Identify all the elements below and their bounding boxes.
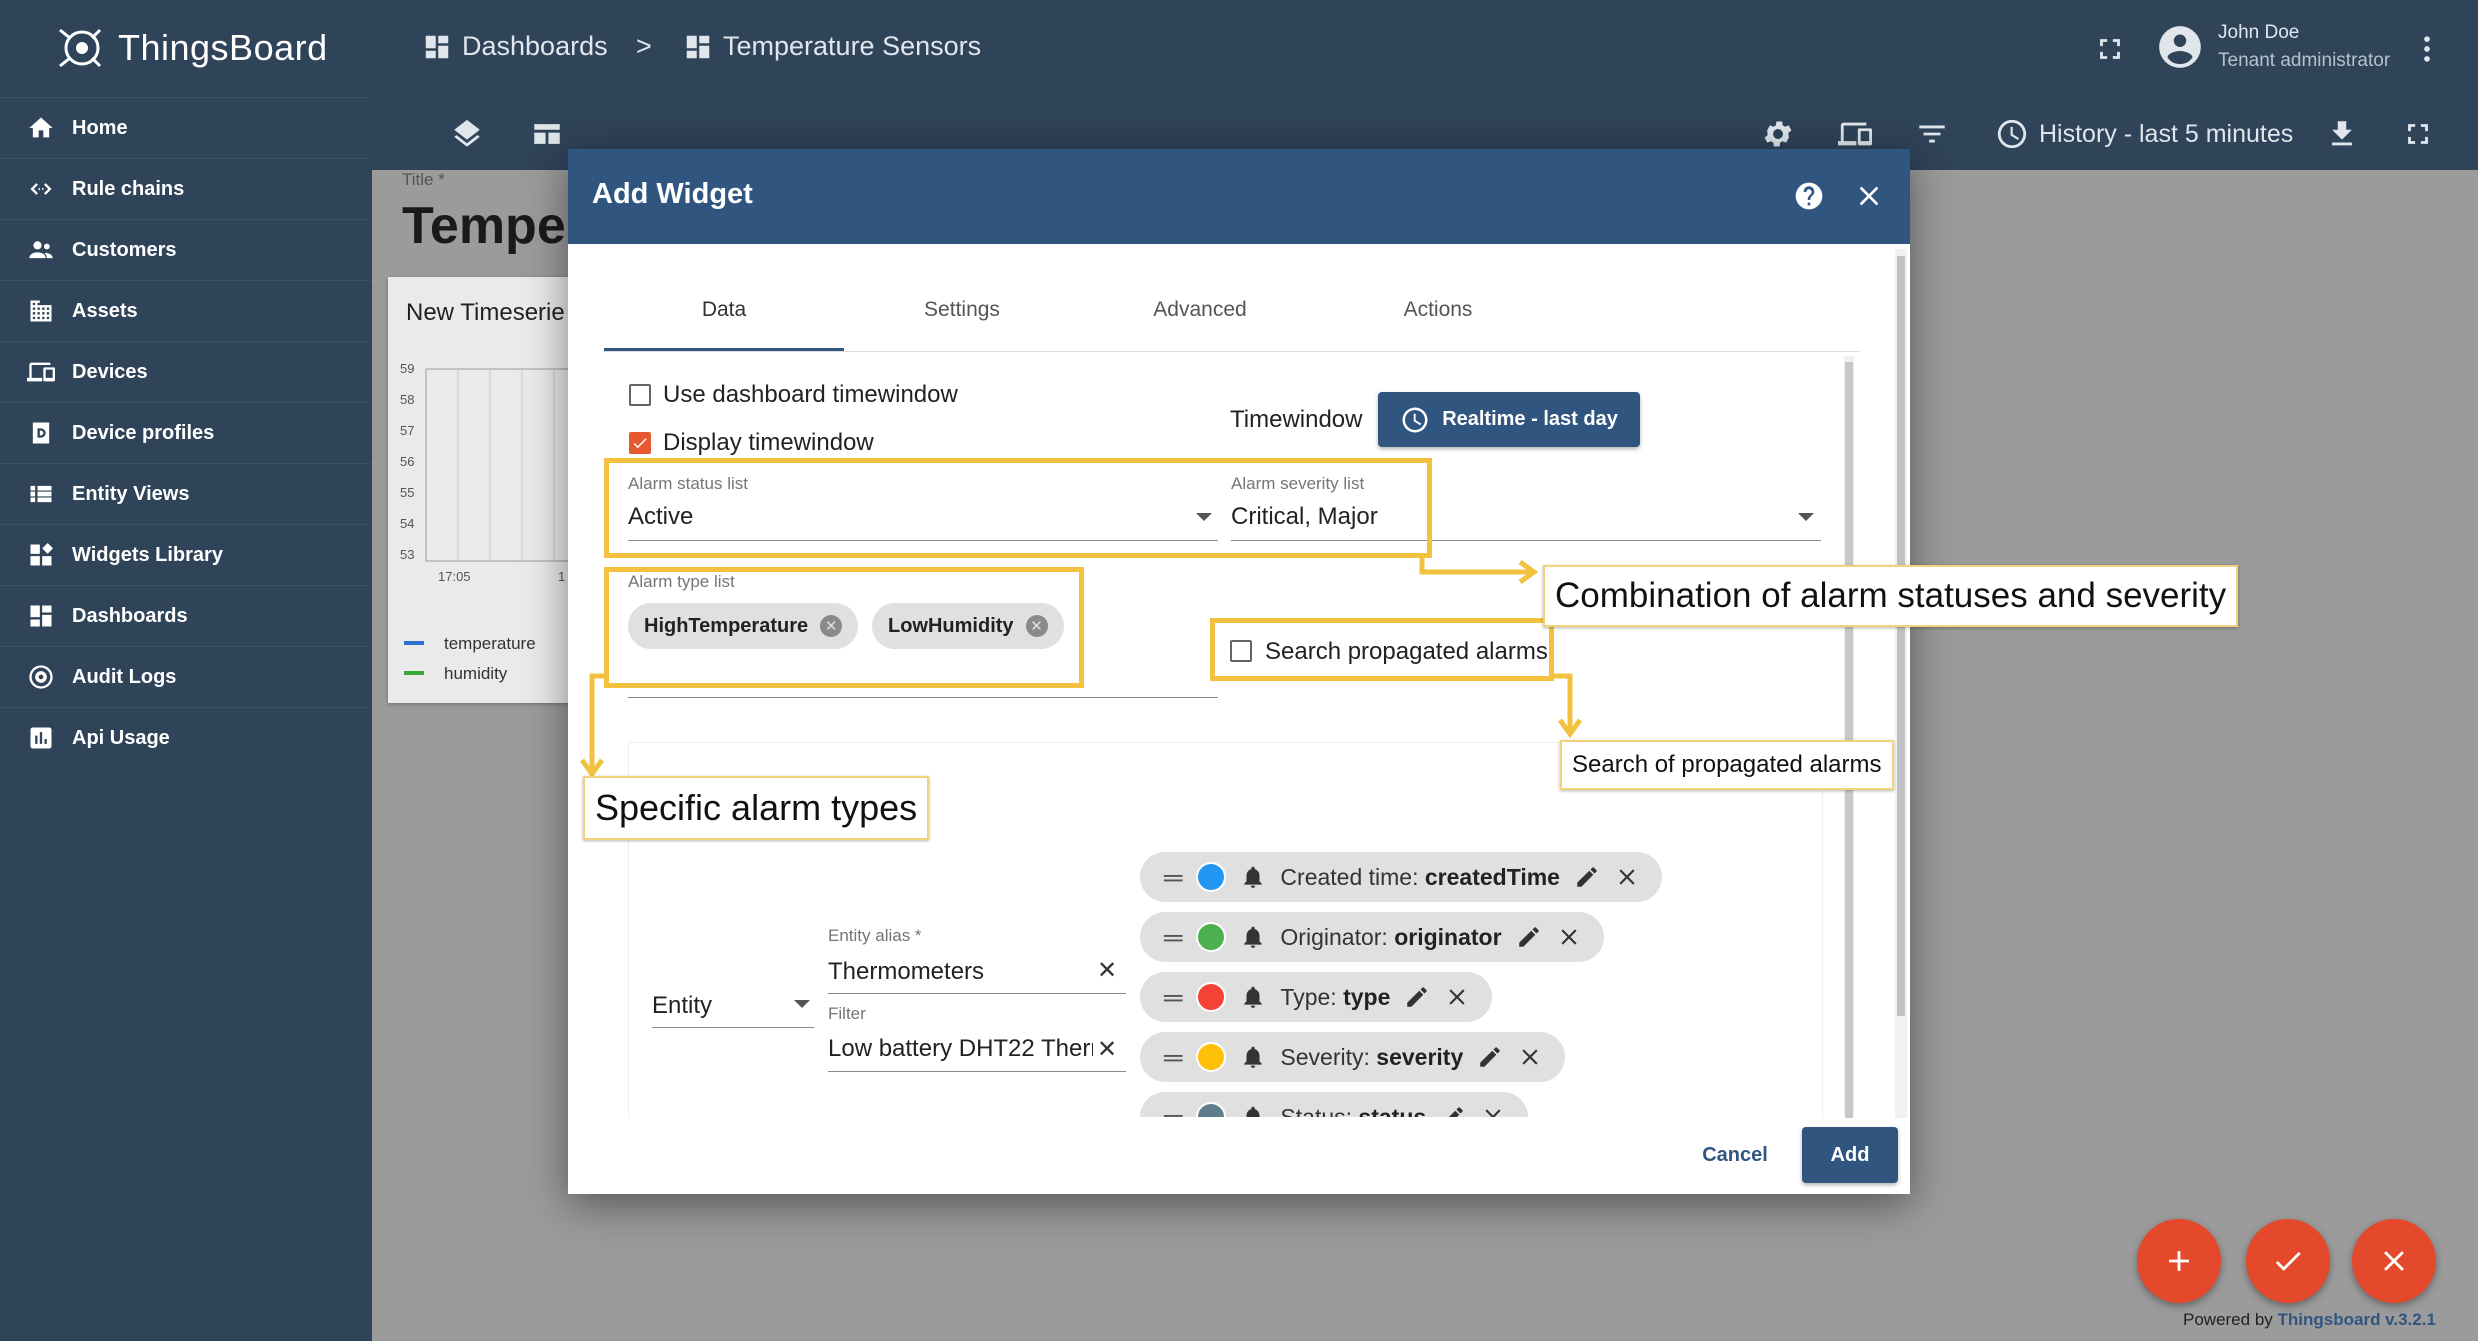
- annotation-propagated: Search of propagated alarms: [1560, 740, 1894, 790]
- check-icon: [2275, 1251, 2301, 1271]
- annotation-arrows: [579, 556, 1583, 779]
- powered-by-link[interactable]: Thingsboard v.3.2.1: [2278, 1310, 2436, 1329]
- discard-fab[interactable]: [2352, 1219, 2436, 1303]
- add-widget-fab[interactable]: [2137, 1219, 2221, 1303]
- apply-fab[interactable]: [2246, 1219, 2330, 1303]
- powered-by: Powered by Thingsboard v.3.2.1: [2183, 1310, 2436, 1329]
- annotation-status-severity: Combination of alarm statuses and severi…: [1543, 565, 2239, 627]
- plus-icon: [2169, 1251, 2189, 1271]
- close-icon: [2384, 1251, 2404, 1271]
- annotation-alarm-types: Specific alarm types: [583, 776, 930, 840]
